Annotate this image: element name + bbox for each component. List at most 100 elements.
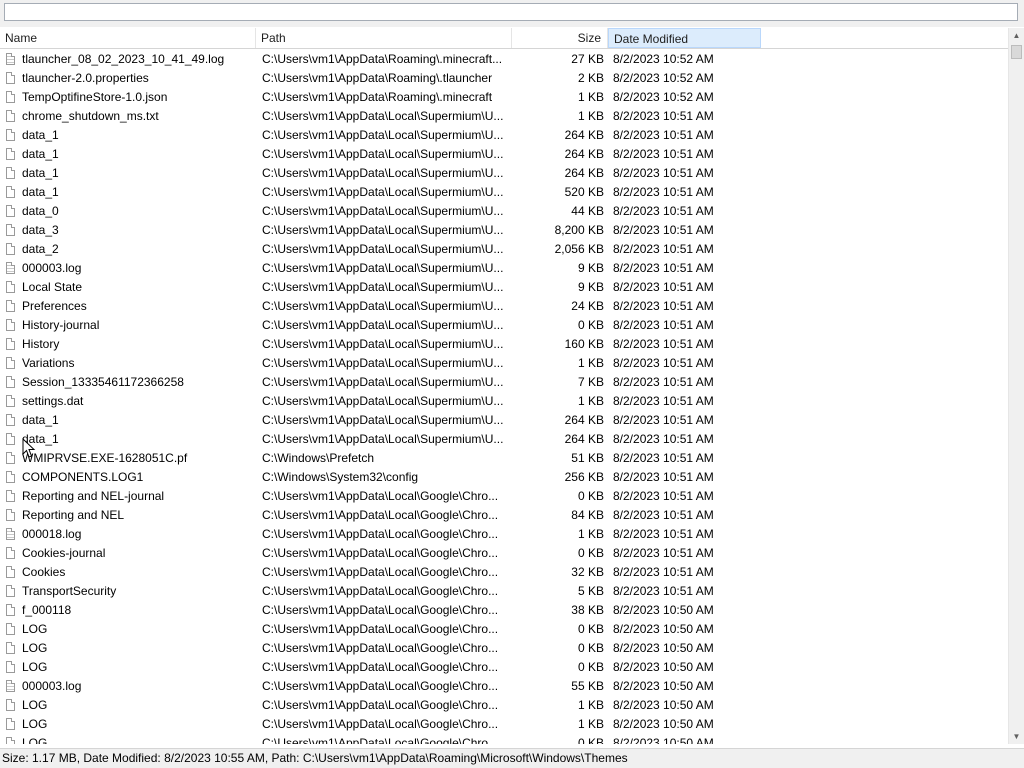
file-icon xyxy=(6,661,15,673)
file-name: 000018.log xyxy=(22,527,82,541)
file-path: C:\Users\vm1\AppData\Local\Google\Chro..… xyxy=(262,508,499,522)
file-icon xyxy=(6,699,15,711)
file-row[interactable]: chrome_shutdown_ms.txt C:\Users\vm1\AppDa… xyxy=(0,107,1008,126)
file-size: 264 KB xyxy=(564,166,604,180)
file-row[interactable]: data_1 C:\Users\vm1\AppData\Local\Supermi… xyxy=(0,126,1008,145)
file-row[interactable]: LOG C:\Users\vm1\AppData\Local\Google\Chr… xyxy=(0,734,1008,744)
file-icon xyxy=(6,623,15,635)
file-row[interactable]: tlauncher-2.0.properties C:\Users\vm1\App… xyxy=(0,69,1008,88)
file-row[interactable]: Variations C:\Users\vm1\AppData\Local\Sup… xyxy=(0,354,1008,373)
file-size: 7 KB xyxy=(577,375,604,389)
file-size: 1 KB xyxy=(577,717,604,731)
scrollbar-thumb[interactable] xyxy=(1011,45,1022,59)
file-name: LOG xyxy=(22,641,48,655)
file-row[interactable]: 000018.log C:\Users\vm1\AppData\Local\Goo… xyxy=(0,525,1008,544)
file-row[interactable]: Reporting and NEL-journal C:\Users\vm1\Ap… xyxy=(0,487,1008,506)
file-row[interactable]: data_2 C:\Users\vm1\AppData\Local\Supermi… xyxy=(0,240,1008,259)
file-date-modified: 8/2/2023 10:50 AM xyxy=(613,641,714,655)
file-date-modified: 8/2/2023 10:51 AM xyxy=(613,451,714,465)
scroll-down-arrow-icon[interactable]: ▼ xyxy=(1009,729,1024,744)
file-path: C:\Windows\Prefetch xyxy=(262,451,375,465)
file-name: TempOptifineStore-1.0.json xyxy=(22,90,168,104)
vertical-scrollbar[interactable]: ▲ ▼ xyxy=(1008,28,1024,744)
file-size: 160 KB xyxy=(564,337,604,351)
file-date-modified: 8/2/2023 10:52 AM xyxy=(613,90,714,104)
column-header-path[interactable]: Path xyxy=(256,28,512,48)
column-header-name[interactable]: Name xyxy=(0,28,256,48)
file-row[interactable]: LOG C:\Users\vm1\AppData\Local\Google\Chr… xyxy=(0,696,1008,715)
file-date-modified: 8/2/2023 10:50 AM xyxy=(613,660,714,674)
search-input[interactable] xyxy=(4,3,1018,21)
file-row[interactable]: data_0 C:\Users\vm1\AppData\Local\Supermi… xyxy=(0,202,1008,221)
column-header-size-label: Size xyxy=(577,31,601,45)
file-row[interactable]: Cookies-journal C:\Users\vm1\AppData\Loca… xyxy=(0,544,1008,563)
file-row[interactable]: settings.dat C:\Users\vm1\AppData\Local\S… xyxy=(0,392,1008,411)
file-icon-cell xyxy=(4,696,18,715)
file-icon-cell xyxy=(4,620,18,639)
file-icon xyxy=(6,300,15,312)
file-row[interactable]: History C:\Users\vm1\AppData\Local\Superm… xyxy=(0,335,1008,354)
file-size: 24 KB xyxy=(571,299,604,313)
file-icon-cell xyxy=(4,297,18,316)
file-row[interactable]: Local State C:\Users\vm1\AppData\Local\Su… xyxy=(0,278,1008,297)
file-row[interactable]: TransportSecurity C:\Users\vm1\AppData\Lo… xyxy=(0,582,1008,601)
column-header-date-modified[interactable]: Date Modified ˇ xyxy=(608,28,761,48)
file-size: 520 KB xyxy=(564,185,604,199)
file-icon xyxy=(6,167,15,179)
file-row[interactable]: 000003.log C:\Users\vm1\AppData\Local\Sup… xyxy=(0,259,1008,278)
file-path: C:\Users\vm1\AppData\Local\Supermium\U..… xyxy=(262,242,504,256)
file-row[interactable]: tlauncher_08_02_2023_10_41_49.log C:\User… xyxy=(0,50,1008,69)
file-row[interactable]: data_1 C:\Users\vm1\AppData\Local\Supermi… xyxy=(0,430,1008,449)
file-date-modified: 8/2/2023 10:51 AM xyxy=(613,166,714,180)
file-name: tlauncher-2.0.properties xyxy=(22,71,149,85)
file-row[interactable]: data_1 C:\Users\vm1\AppData\Local\Supermi… xyxy=(0,411,1008,430)
file-row[interactable]: Preferences C:\Users\vm1\AppData\Local\Su… xyxy=(0,297,1008,316)
file-row[interactable]: Reporting and NEL C:\Users\vm1\AppData\Lo… xyxy=(0,506,1008,525)
column-header-path-label: Path xyxy=(261,31,286,45)
file-row[interactable]: data_1 C:\Users\vm1\AppData\Local\Supermi… xyxy=(0,145,1008,164)
file-name: COMPONENTS.LOG1 xyxy=(22,470,144,484)
file-row[interactable]: data_1 C:\Users\vm1\AppData\Local\Supermi… xyxy=(0,183,1008,202)
scroll-up-arrow-icon[interactable]: ▲ xyxy=(1009,28,1024,43)
file-row[interactable]: 000003.log C:\Users\vm1\AppData\Local\Goo… xyxy=(0,677,1008,696)
file-size: 9 KB xyxy=(577,261,604,275)
file-size: 44 KB xyxy=(571,204,604,218)
file-row[interactable]: LOG C:\Users\vm1\AppData\Local\Google\Chr… xyxy=(0,620,1008,639)
file-icon-cell xyxy=(4,639,18,658)
file-icon-cell xyxy=(4,544,18,563)
file-size: 1 KB xyxy=(577,527,604,541)
file-icon xyxy=(6,148,15,160)
file-row[interactable]: WMIPRVSE.EXE-1628051C.pf C:\Windows\Prefe… xyxy=(0,449,1008,468)
file-row[interactable]: History-journal C:\Users\vm1\AppData\Loca… xyxy=(0,316,1008,335)
file-icon xyxy=(6,414,15,426)
file-date-modified: 8/2/2023 10:51 AM xyxy=(613,508,714,522)
file-row[interactable]: data_1 C:\Users\vm1\AppData\Local\Supermi… xyxy=(0,164,1008,183)
file-icon xyxy=(6,357,15,369)
log-file-icon xyxy=(6,262,15,274)
file-row[interactable]: TempOptifineStore-1.0.json C:\Users\vm1\A… xyxy=(0,88,1008,107)
file-icon xyxy=(6,433,15,445)
file-size: 51 KB xyxy=(571,451,604,465)
file-size: 264 KB xyxy=(564,128,604,142)
file-icon-cell xyxy=(4,107,18,126)
file-path: C:\Users\vm1\AppData\Local\Google\Chro..… xyxy=(262,603,499,617)
file-row[interactable]: data_3 C:\Users\vm1\AppData\Local\Supermi… xyxy=(0,221,1008,240)
file-icon-cell xyxy=(4,202,18,221)
file-row[interactable]: LOG C:\Users\vm1\AppData\Local\Google\Chr… xyxy=(0,658,1008,677)
file-icon xyxy=(6,91,15,103)
log-file-icon xyxy=(6,680,15,692)
file-name: chrome_shutdown_ms.txt xyxy=(22,109,159,123)
file-icon xyxy=(6,205,15,217)
file-row[interactable]: LOG C:\Users\vm1\AppData\Local\Google\Chr… xyxy=(0,715,1008,734)
file-icon xyxy=(6,452,15,464)
file-row[interactable]: f_000118 C:\Users\vm1\AppData\Local\Googl… xyxy=(0,601,1008,620)
file-path: C:\Users\vm1\AppData\Local\Supermium\U..… xyxy=(262,375,504,389)
file-row[interactable]: Session_13335461172366258 C:\Users\vm1\Ap… xyxy=(0,373,1008,392)
file-row[interactable]: LOG C:\Users\vm1\AppData\Local\Google\Chr… xyxy=(0,639,1008,658)
file-size: 27 KB xyxy=(571,52,604,66)
file-row[interactable]: Cookies C:\Users\vm1\AppData\Local\Google… xyxy=(0,563,1008,582)
file-name: tlauncher_08_02_2023_10_41_49.log xyxy=(22,52,225,66)
file-row[interactable]: COMPONENTS.LOG1 C:\Windows\System32\confi… xyxy=(0,468,1008,487)
file-icon-cell xyxy=(4,88,18,107)
column-header-size[interactable]: Size xyxy=(512,28,608,48)
